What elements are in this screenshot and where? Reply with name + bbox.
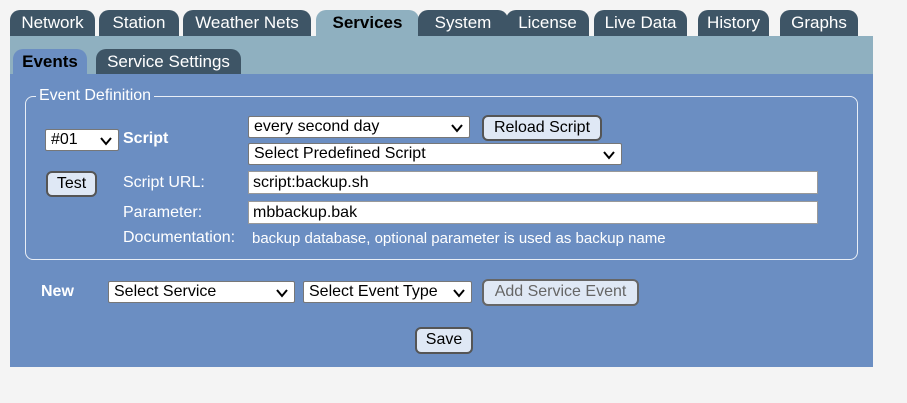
test-button[interactable]: Test bbox=[46, 171, 97, 197]
tab-history[interactable]: History bbox=[698, 10, 769, 36]
tab-graphs[interactable]: Graphs bbox=[780, 10, 858, 36]
event-type-select-value: Select Event Type bbox=[309, 283, 438, 300]
script-label: Script bbox=[123, 130, 169, 147]
event-number-select[interactable]: #01 bbox=[45, 129, 119, 151]
predefined-script-select[interactable]: Select Predefined Script bbox=[248, 143, 622, 165]
new-label: New bbox=[41, 283, 74, 300]
tab-network[interactable]: Network bbox=[10, 10, 95, 36]
tab-weather-nets[interactable]: Weather Nets bbox=[183, 10, 311, 36]
chevron-down-icon bbox=[100, 137, 112, 146]
tab-services[interactable]: Services bbox=[316, 10, 419, 36]
script-url-label: Script URL: bbox=[123, 174, 205, 191]
documentation-text: backup database, optional parameter is u… bbox=[252, 230, 666, 247]
reload-script-button[interactable]: Reload Script bbox=[482, 115, 602, 141]
tab-system[interactable]: System bbox=[418, 10, 508, 36]
parameter-input[interactable]: mbbackup.bak bbox=[248, 201, 818, 224]
predefined-script-value: Select Predefined Script bbox=[254, 145, 426, 162]
chevron-down-icon bbox=[453, 289, 465, 298]
events-panel: Event Definition #01 Script every second… bbox=[10, 74, 873, 367]
chevron-down-icon bbox=[451, 124, 463, 133]
chevron-down-icon bbox=[276, 289, 288, 298]
save-button[interactable]: Save bbox=[415, 327, 473, 354]
schedule-value: every second day bbox=[254, 118, 380, 135]
tab-station[interactable]: Station bbox=[99, 10, 179, 36]
chevron-down-icon bbox=[603, 151, 615, 160]
subtab-service-settings[interactable]: Service Settings bbox=[96, 49, 241, 74]
add-service-event-button[interactable]: Add Service Event bbox=[482, 279, 639, 306]
documentation-label: Documentation: bbox=[123, 229, 236, 246]
event-number-value: #01 bbox=[51, 131, 78, 148]
parameter-label: Parameter: bbox=[123, 204, 203, 221]
service-select-value: Select Service bbox=[114, 283, 217, 300]
subtab-events[interactable]: Events bbox=[13, 49, 87, 74]
script-url-input[interactable]: script:backup.sh bbox=[248, 171, 818, 194]
sub-tab-bar: Events Service Settings bbox=[10, 36, 873, 74]
tab-license[interactable]: License bbox=[506, 10, 589, 36]
event-type-select[interactable]: Select Event Type bbox=[303, 281, 472, 303]
schedule-select[interactable]: every second day bbox=[248, 116, 470, 138]
service-select[interactable]: Select Service bbox=[108, 281, 295, 303]
event-definition-legend: Event Definition bbox=[39, 87, 152, 104]
tab-live-data[interactable]: Live Data bbox=[594, 10, 687, 36]
